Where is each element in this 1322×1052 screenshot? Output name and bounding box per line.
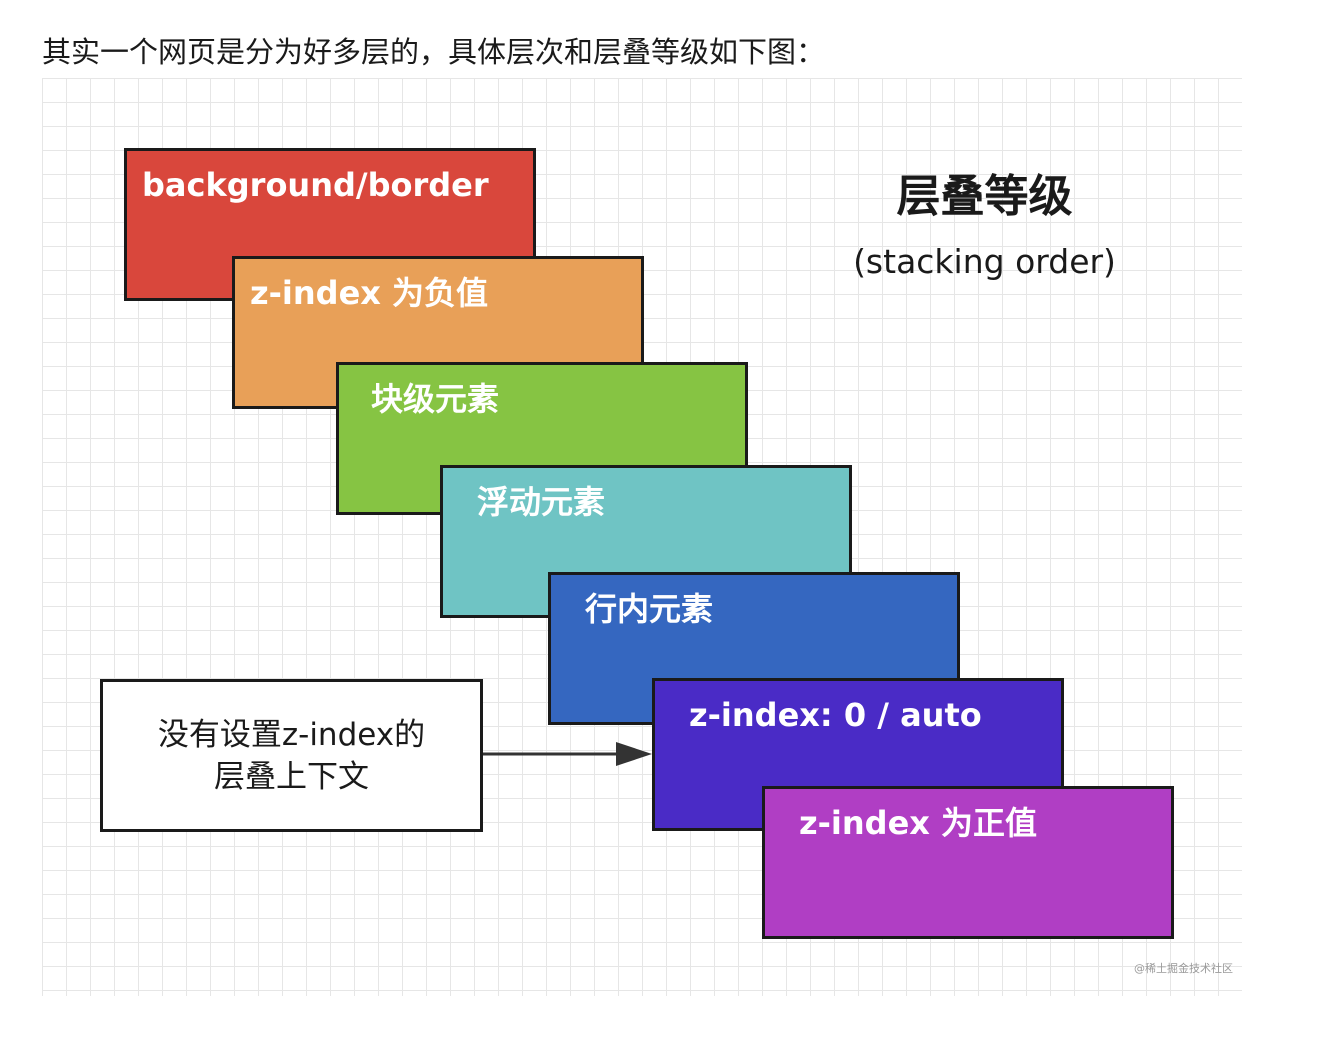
intro-text: 其实一个网页是分为好多层的，具体层次和层叠等级如下图： — [42, 35, 826, 69]
arrow-icon — [483, 742, 652, 766]
stacking-order-diagram: background/border z-index 为负值 块级元素 浮动元素 … — [42, 78, 1242, 996]
watermark: @稀土掘金技术社区 — [1134, 962, 1233, 975]
